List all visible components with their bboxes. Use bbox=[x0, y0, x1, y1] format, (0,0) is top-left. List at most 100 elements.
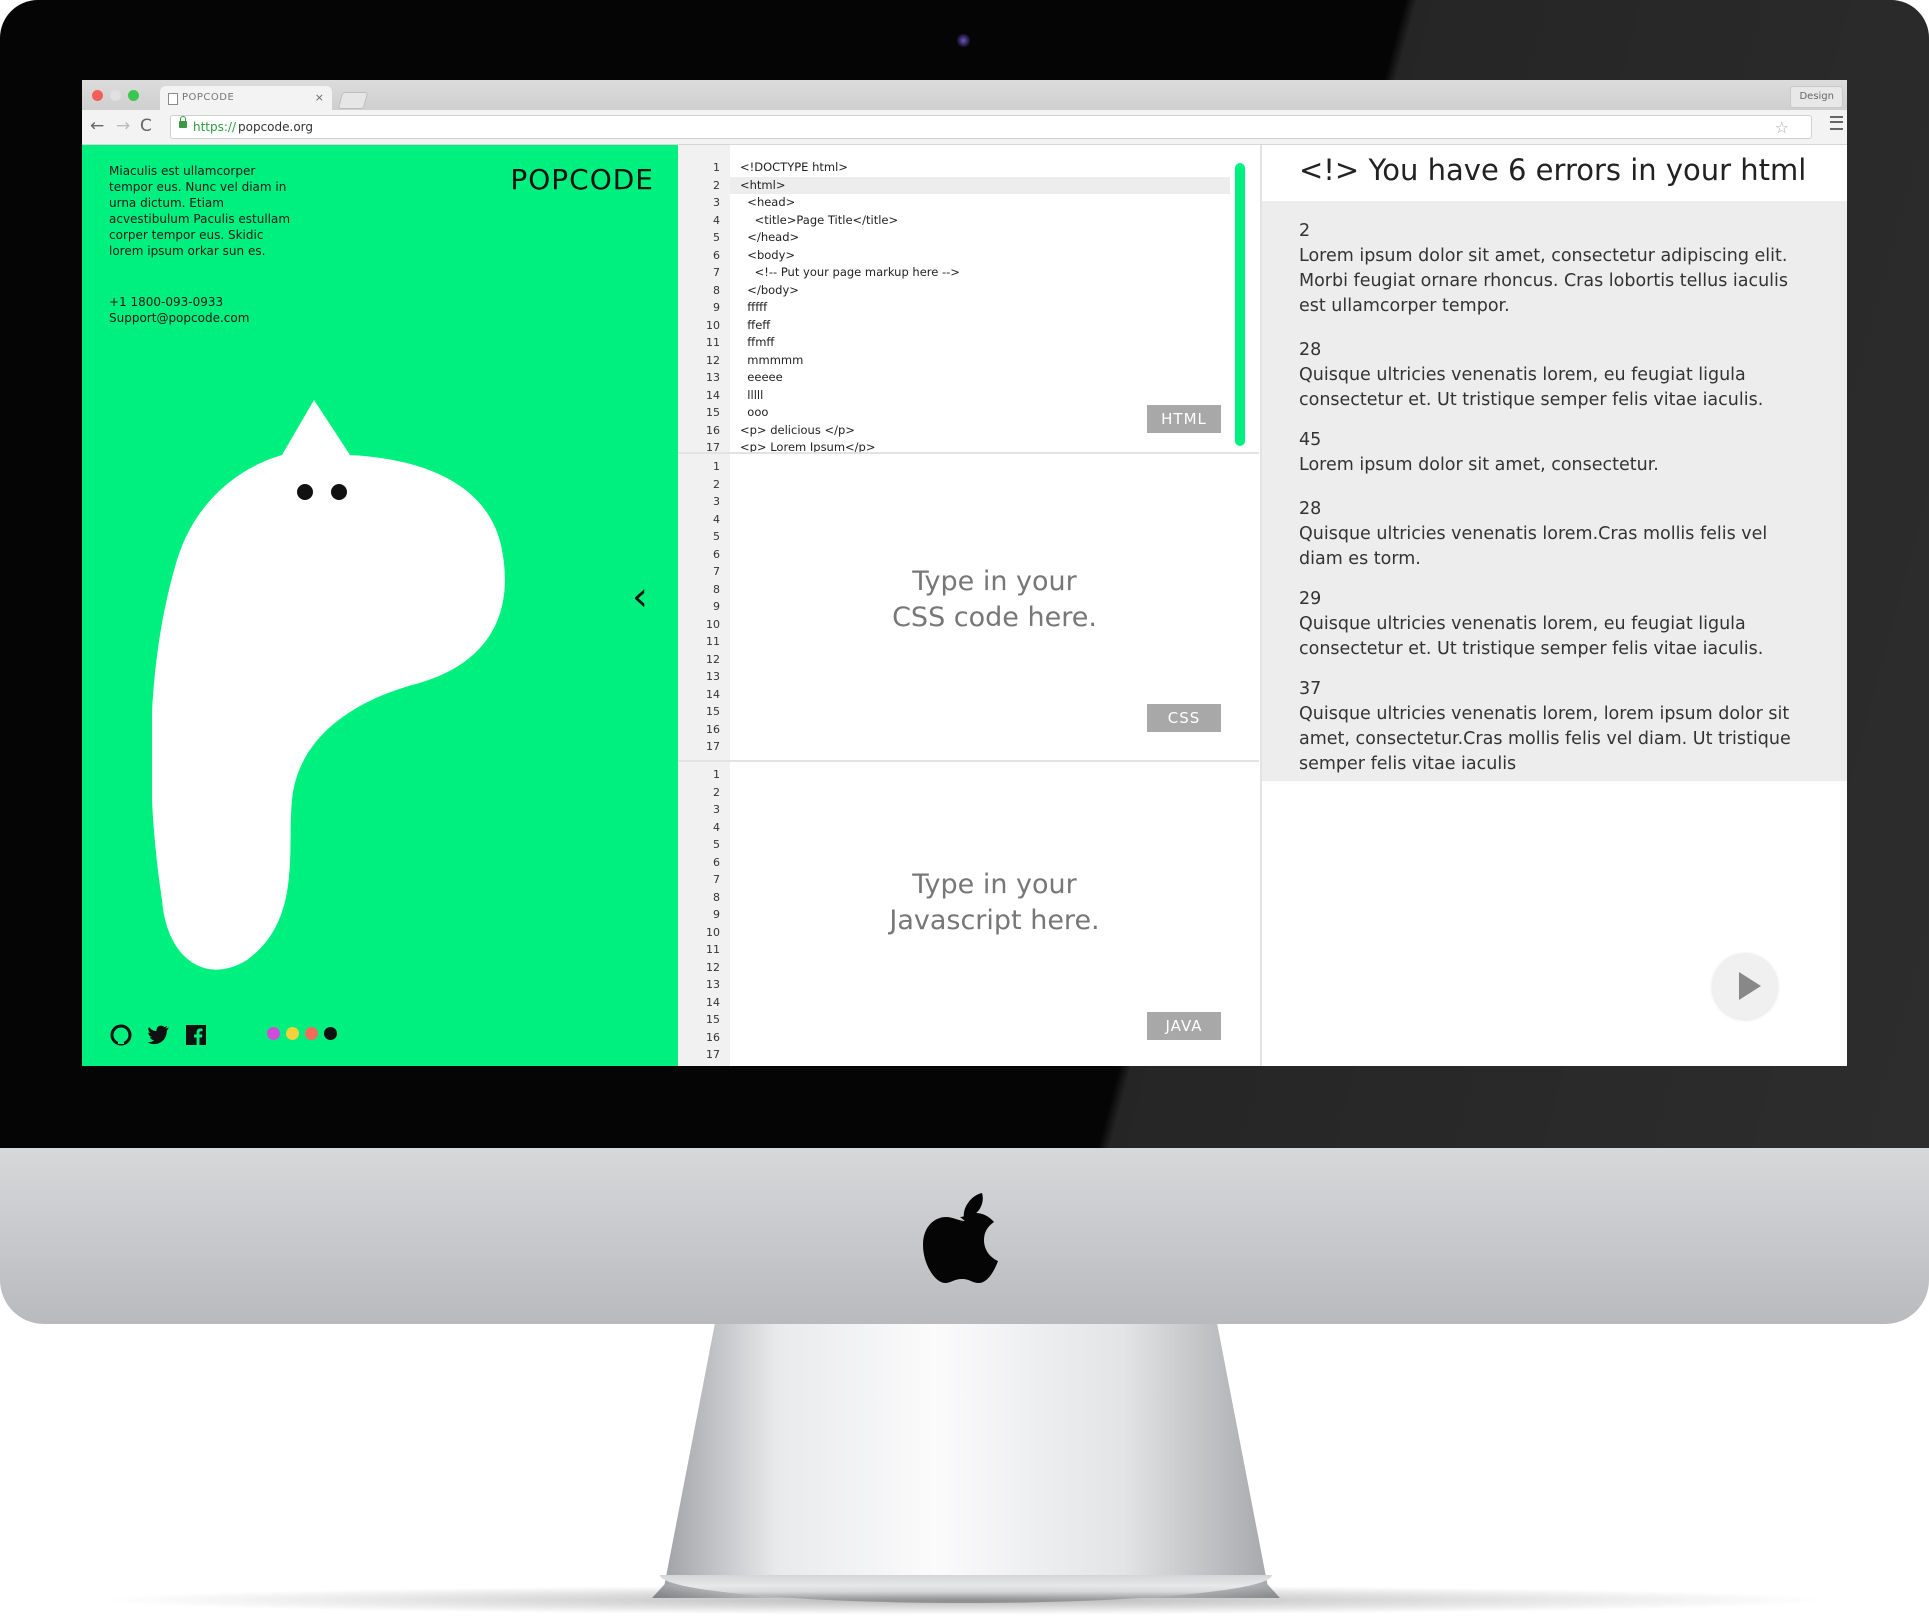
forward-arrow-icon[interactable]: → bbox=[116, 116, 130, 136]
back-arrow-icon[interactable]: ← bbox=[90, 116, 104, 136]
sidebar: Miaculis est ullamcorper tempor eus. Nun… bbox=[82, 145, 678, 1066]
support-email[interactable]: Support@popcode.com bbox=[109, 311, 249, 325]
css-placeholder-line2: CSS code here. bbox=[892, 602, 1097, 633]
html-code[interactable]: <!DOCTYPE html> <html> <head> <title>Page… bbox=[740, 159, 1210, 452]
line-number: 4 bbox=[713, 820, 720, 834]
line-number: 14 bbox=[706, 995, 720, 1009]
css-language-badge: CSS bbox=[1147, 704, 1221, 732]
error-item[interactable]: 28 Quisque ultricies venenatis lorem, eu… bbox=[1299, 338, 1804, 413]
line-number: 7 bbox=[713, 873, 720, 886]
line-number: 6 bbox=[713, 855, 720, 869]
camera bbox=[957, 34, 970, 47]
line-number: 3 bbox=[713, 196, 720, 209]
error-line-number: 37 bbox=[1299, 679, 1322, 699]
window-minimize-button[interactable] bbox=[110, 90, 121, 101]
browser-toolbar: ← → C https:// popcode.org ☆ bbox=[82, 110, 1847, 145]
new-tab-button[interactable] bbox=[337, 92, 369, 109]
error-message: Lorem ipsum dolor sit amet, consectetur. bbox=[1299, 455, 1659, 475]
js-editor[interactable]: 1 2 3 4 5 6 7 8 9 10 11 12 13 14 15 16 17 Type in your J… bbox=[678, 762, 1259, 1066]
error-item[interactable]: 37 Quisque ultricies venenatis lorem, lo… bbox=[1299, 677, 1804, 777]
apple-logo-icon bbox=[923, 1193, 998, 1283]
error-line-number: 29 bbox=[1299, 589, 1322, 609]
code-line: </body> bbox=[740, 282, 799, 297]
tab-close-icon[interactable]: × bbox=[315, 86, 324, 110]
url-host: popcode.org bbox=[238, 120, 314, 134]
error-message: Quisque ultricies venenatis lorem.Cras m… bbox=[1299, 524, 1768, 569]
theme-dot-magenta[interactable] bbox=[267, 1027, 280, 1040]
code-line: </head> bbox=[740, 230, 800, 244]
line-number: 13 bbox=[706, 978, 720, 991]
line-number: 5 bbox=[713, 530, 720, 543]
line-number: 1 bbox=[713, 161, 720, 174]
code-line: fffff bbox=[740, 300, 768, 314]
phone-number: +1 1800-093-0933 bbox=[109, 295, 224, 309]
js-placeholder-line1: Type in your bbox=[912, 869, 1077, 900]
line-number: 14 bbox=[706, 687, 720, 701]
error-panel: <!> You have 6 errors in your html 2 Lor… bbox=[1260, 145, 1847, 1066]
browser-tab[interactable]: POPCODE × bbox=[160, 86, 332, 110]
line-number: 2 bbox=[713, 477, 720, 491]
theme-dot-black[interactable] bbox=[324, 1027, 337, 1040]
bookmark-star-icon[interactable]: ☆ bbox=[1775, 117, 1789, 139]
line-number: 10 bbox=[706, 925, 720, 939]
code-line: <body> bbox=[740, 247, 796, 262]
code-line: ffeff bbox=[740, 317, 771, 332]
line-number: 13 bbox=[706, 670, 720, 683]
error-line-number: 45 bbox=[1299, 430, 1322, 450]
window-zoom-button[interactable] bbox=[128, 90, 139, 101]
about-text: Miaculis est ullamcorper tempor eus. Nun… bbox=[109, 164, 291, 258]
html-language-badge: HTML bbox=[1147, 405, 1221, 433]
github-icon[interactable] bbox=[110, 1024, 132, 1046]
facebook-icon[interactable] bbox=[186, 1025, 206, 1045]
design-button[interactable]: Design bbox=[1790, 86, 1843, 108]
theme-dot-coral[interactable] bbox=[305, 1027, 318, 1040]
css-editor[interactable]: 1 2 3 4 5 6 7 8 9 10 11 12 13 14 15 16 17 Type in your C… bbox=[678, 454, 1259, 762]
code-line: <!DOCTYPE html> bbox=[740, 160, 848, 174]
error-item[interactable]: 45 Lorem ipsum dolor sit amet, consectet… bbox=[1299, 428, 1804, 478]
line-number: 1 bbox=[713, 460, 720, 473]
error-line-number: 28 bbox=[1299, 340, 1322, 360]
html-editor[interactable]: 1 2 3 4 5 6 7 8 9 10 11 12 13 14 15 16 17 <!DOCTYPE html… bbox=[678, 145, 1259, 454]
imac-chin bbox=[0, 1148, 1929, 1324]
js-placeholder-line2: Javascript here. bbox=[889, 905, 1100, 936]
error-message: Quisque ultricies venenatis lorem, lorem… bbox=[1299, 704, 1791, 774]
line-number: 4 bbox=[713, 512, 720, 526]
line-number: 15 bbox=[706, 705, 720, 718]
css-line-gutter: 1 2 3 4 5 6 7 8 9 10 11 12 13 14 15 16 17 bbox=[678, 454, 730, 760]
line-number: 2 bbox=[713, 178, 720, 192]
line-number: 16 bbox=[706, 423, 720, 437]
error-header: <!> You have 6 errors in your html bbox=[1262, 145, 1847, 201]
collapse-sidebar-icon[interactable]: ‹ bbox=[632, 577, 648, 617]
address-bar[interactable]: https:// popcode.org ☆ bbox=[170, 115, 1812, 139]
line-number: 7 bbox=[713, 565, 720, 578]
error-line-number: 28 bbox=[1299, 499, 1322, 519]
app-content: Miaculis est ullamcorper tempor eus. Nun… bbox=[82, 145, 1847, 1066]
line-number: 6 bbox=[713, 547, 720, 561]
error-message: Lorem ipsum dolor sit amet, consectetur … bbox=[1299, 246, 1789, 316]
line-number: 4 bbox=[713, 213, 720, 227]
error-item[interactable]: 29 Quisque ultricies venenatis lorem, eu… bbox=[1299, 587, 1804, 662]
run-play-button[interactable] bbox=[1712, 953, 1778, 1019]
theme-dot-yellow[interactable] bbox=[286, 1027, 299, 1040]
error-item[interactable]: 2 Lorem ipsum dolor sit amet, consectetu… bbox=[1299, 219, 1804, 319]
browser-menu-icon[interactable] bbox=[1830, 116, 1843, 130]
line-number: 8 bbox=[713, 890, 720, 904]
error-item[interactable]: 28 Quisque ultricies venenatis lorem.Cra… bbox=[1299, 497, 1804, 572]
code-line: ffmff bbox=[740, 335, 775, 349]
window-close-button[interactable] bbox=[92, 90, 103, 101]
floor-shadow bbox=[90, 1585, 1840, 1615]
js-placeholder: Type in your Javascript here. bbox=[730, 867, 1259, 939]
line-number: 15 bbox=[706, 1013, 720, 1026]
brand-logo: POPCODE bbox=[510, 163, 654, 196]
js-language-badge: JAVA bbox=[1147, 1012, 1221, 1040]
line-number: 17 bbox=[706, 441, 720, 454]
lock-icon bbox=[179, 116, 187, 128]
reload-icon[interactable]: C bbox=[140, 116, 152, 136]
html-scrollbar[interactable] bbox=[1235, 163, 1245, 446]
code-line: lllll bbox=[740, 387, 764, 402]
js-line-gutter: 1 2 3 4 5 6 7 8 9 10 11 12 13 14 15 16 17 bbox=[678, 762, 730, 1066]
twitter-icon[interactable] bbox=[148, 1025, 170, 1045]
error-message: Quisque ultricies venenatis lorem, eu fe… bbox=[1299, 365, 1764, 410]
line-number: 9 bbox=[713, 908, 720, 921]
line-number: 11 bbox=[706, 943, 720, 956]
